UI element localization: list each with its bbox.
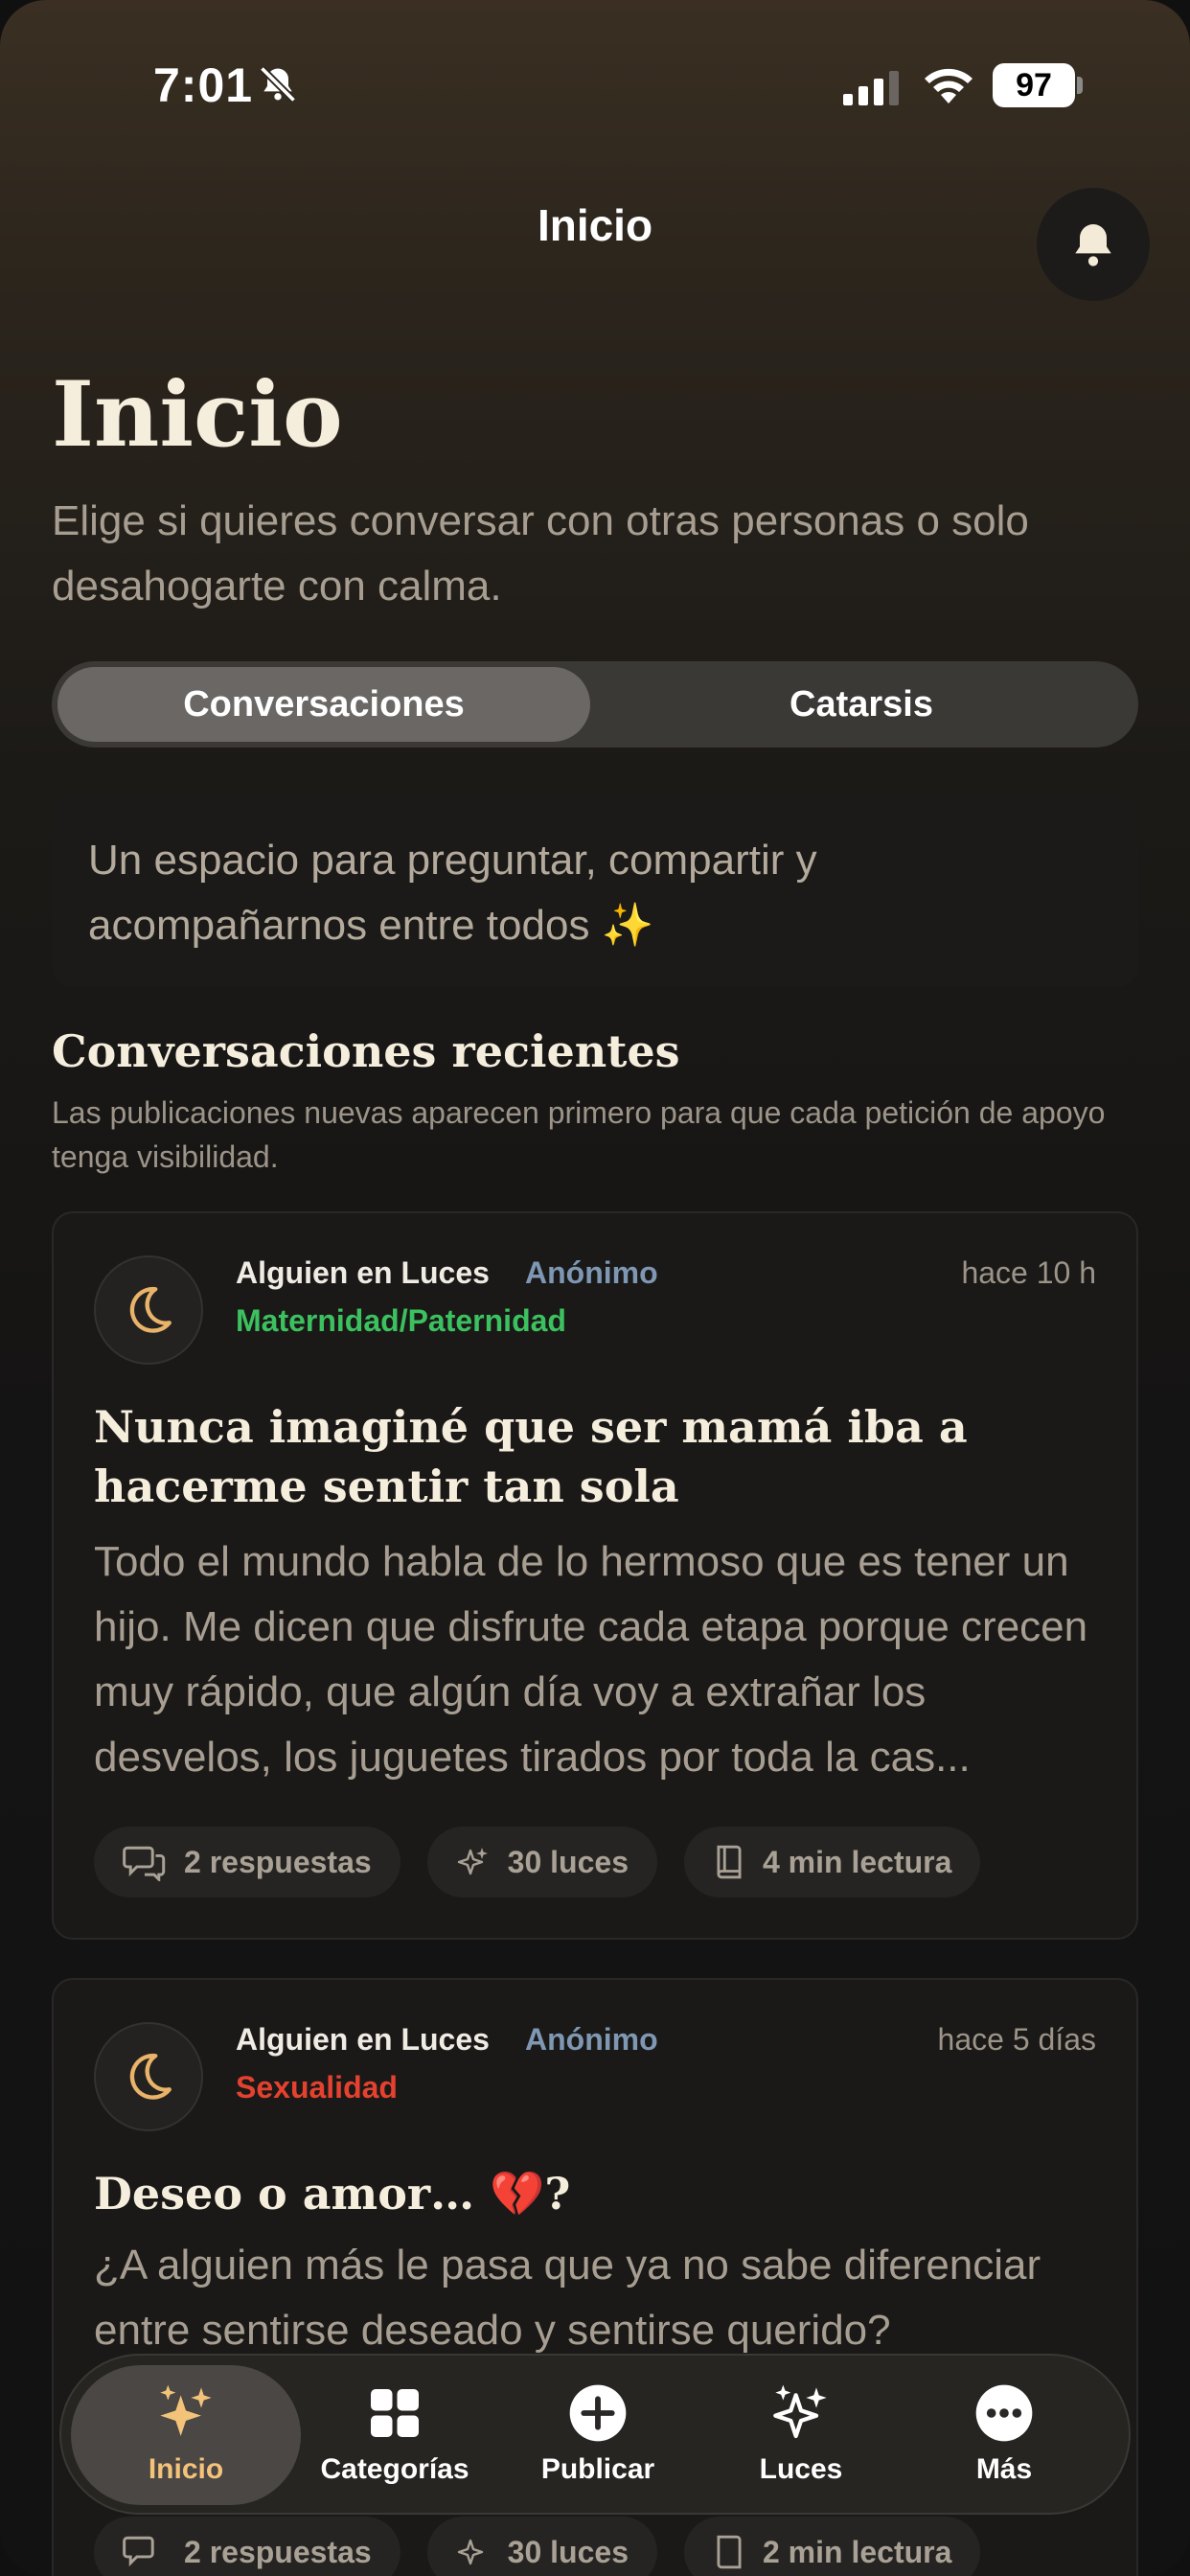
post-title: Nunca imaginé que ser mamá iba a hacerme…	[94, 1401, 968, 1512]
lights-count: 30 luces	[507, 1844, 629, 1879]
battery-indicator: 97	[993, 63, 1075, 107]
moon-icon	[129, 2053, 172, 2100]
lights-chip[interactable]: 30 luces	[426, 1827, 657, 1898]
chat-bubbles-icon	[123, 2536, 154, 2567]
avatar	[94, 2022, 203, 2131]
battery-tip	[1077, 77, 1083, 94]
sparkles-icon	[457, 1848, 488, 1875]
intro-card: Un espacio para preguntar, compartir y a…	[52, 794, 1138, 987]
tab-label: Categorías	[320, 2453, 469, 2485]
segment-catarsis[interactable]: Catarsis	[590, 667, 1133, 742]
replies-chip[interactable]: 2 respuestas	[94, 2517, 400, 2576]
notifications-button[interactable]	[1037, 188, 1150, 301]
replies-count: 2 respuestas	[184, 2534, 372, 2569]
page-title: Inicio	[52, 362, 343, 468]
post-time: hace 10 h	[961, 1255, 1096, 1290]
grid-icon	[371, 2389, 419, 2437]
app-screen: 7:01 97 Inicio Inicio Elige si quieres c…	[0, 0, 1190, 2576]
replies-chip[interactable]: 2 respuestas	[94, 1827, 400, 1898]
read-time-chip: 4 min lectura	[683, 1827, 981, 1898]
nav-title: Inicio	[537, 200, 653, 250]
book-icon	[717, 1845, 742, 1879]
page-subtitle: Elige si quieres conversar con otras per…	[52, 497, 1029, 610]
post-stats: 2 respuestas 30 luces 2 min lectura	[94, 2517, 981, 2576]
bell-muted-icon	[259, 65, 297, 104]
tab-label: Más	[975, 2453, 1033, 2485]
lights-chip[interactable]: 30 luces	[426, 2517, 657, 2576]
sparkles-icon	[457, 2539, 483, 2565]
tab-mas[interactable]: Más	[889, 2365, 1119, 2505]
segment-conversaciones[interactable]: Conversaciones	[57, 667, 590, 742]
status-bar: 7:01 97	[0, 58, 1190, 115]
chat-bubbles-icon	[123, 1846, 166, 1881]
cellular-signal-icon	[843, 71, 899, 105]
bottom-tab-bar: Inicio Categorías Publicar Luces Más	[59, 2354, 1131, 2515]
read-time-chip: 2 min lectura	[683, 2517, 981, 2576]
post-title: Deseo o amor… 💔?	[94, 2168, 571, 2220]
tab-label: Inicio	[148, 2453, 224, 2485]
tab-label: Luces	[759, 2453, 843, 2485]
post-card[interactable]: Alguien en Luces Anónimo Maternidad/Pate…	[52, 1211, 1138, 1940]
sparkles-outline-icon	[773, 2384, 827, 2439]
read-time: 4 min lectura	[762, 1844, 952, 1879]
post-body: Todo el mundo habla de lo hermoso que es…	[94, 1538, 1088, 1781]
tab-luces[interactable]: Luces	[686, 2365, 916, 2505]
post-stats: 2 respuestas 30 luces 4 min lectura	[94, 1827, 981, 1898]
replies-count: 2 respuestas	[184, 1844, 372, 1879]
tab-inicio[interactable]: Inicio	[71, 2365, 301, 2505]
tab-publicar[interactable]: Publicar	[483, 2365, 713, 2505]
moon-icon	[129, 1286, 172, 1333]
tab-categorias[interactable]: Categorías	[280, 2365, 510, 2505]
wifi-icon	[925, 68, 973, 104]
read-time: 2 min lectura	[762, 2534, 952, 2569]
section-title: Conversaciones recientes	[52, 1025, 680, 1077]
post-body: ¿A alguien más le pasa que ya no sabe di…	[94, 2242, 1041, 2354]
segmented-control: Conversaciones Catarsis	[52, 661, 1138, 748]
post-author: Alguien en Luces	[236, 2022, 490, 2057]
plus-circle-icon	[569, 2384, 627, 2442]
more-icon	[975, 2384, 1033, 2442]
anonymous-badge: Anónimo	[525, 1255, 658, 1290]
book-icon	[717, 2535, 742, 2569]
anonymous-badge: Anónimo	[525, 2022, 658, 2057]
section-subtitle: Las publicaciones nuevas aparecen primer…	[52, 1095, 1106, 1174]
post-time: hace 5 días	[937, 2022, 1096, 2057]
post-category[interactable]: Maternidad/Paternidad	[236, 1303, 566, 1339]
bell-icon	[1075, 224, 1111, 266]
avatar	[94, 1255, 203, 1365]
lights-count: 30 luces	[507, 2534, 629, 2569]
post-author: Alguien en Luces	[236, 1255, 490, 1290]
tab-label: Publicar	[540, 2453, 655, 2485]
sparkles-icon	[160, 2384, 212, 2436]
post-category[interactable]: Sexualidad	[236, 2070, 398, 2105]
status-time: 7:01	[153, 58, 254, 112]
